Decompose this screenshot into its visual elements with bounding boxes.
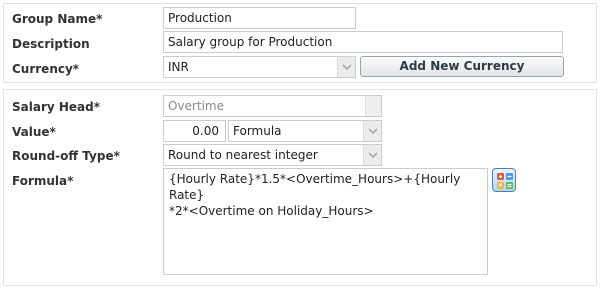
value-label: Value* — [12, 125, 56, 139]
chevron-down-icon — [368, 152, 377, 158]
salary-head-label: Salary Head* — [12, 100, 101, 114]
value-type-value: Formula — [233, 124, 282, 138]
roundoff-type-select[interactable]: Round to nearest integer — [163, 144, 382, 166]
group-name-input[interactable]: Production — [163, 7, 356, 29]
chevron-down-icon — [342, 64, 351, 70]
add-new-currency-button[interactable]: Add New Currency — [360, 56, 564, 77]
chevron-down-icon — [368, 128, 377, 134]
formula-textarea[interactable]: {Hourly Rate}*1.5*<Overtime_Hours>+{Hour… — [163, 168, 488, 275]
salary-head-scroll-box — [365, 96, 381, 116]
currency-value: INR — [168, 60, 189, 74]
salary-head-value: Overtime — [168, 99, 224, 113]
currency-dropdown-arrow[interactable] — [337, 57, 355, 77]
value-type-select[interactable]: Formula — [228, 120, 382, 142]
value-type-dropdown-arrow[interactable] — [363, 121, 381, 141]
description-input[interactable]: Salary group for Production — [163, 31, 563, 53]
value-amount-input[interactable]: 0.00 — [163, 120, 226, 142]
currency-select[interactable]: INR — [163, 56, 356, 78]
formula-label: Formula* — [12, 174, 74, 188]
currency-label: Currency* — [12, 62, 80, 76]
description-label: Description — [12, 37, 90, 51]
salary-head-field: Overtime — [163, 95, 382, 117]
calculator-icon[interactable] — [492, 168, 516, 192]
roundoff-type-label: Round-off Type* — [12, 149, 120, 163]
group-name-label: Group Name* — [12, 12, 103, 26]
roundoff-type-value: Round to nearest integer — [168, 148, 318, 162]
roundoff-dropdown-arrow[interactable] — [363, 145, 381, 165]
